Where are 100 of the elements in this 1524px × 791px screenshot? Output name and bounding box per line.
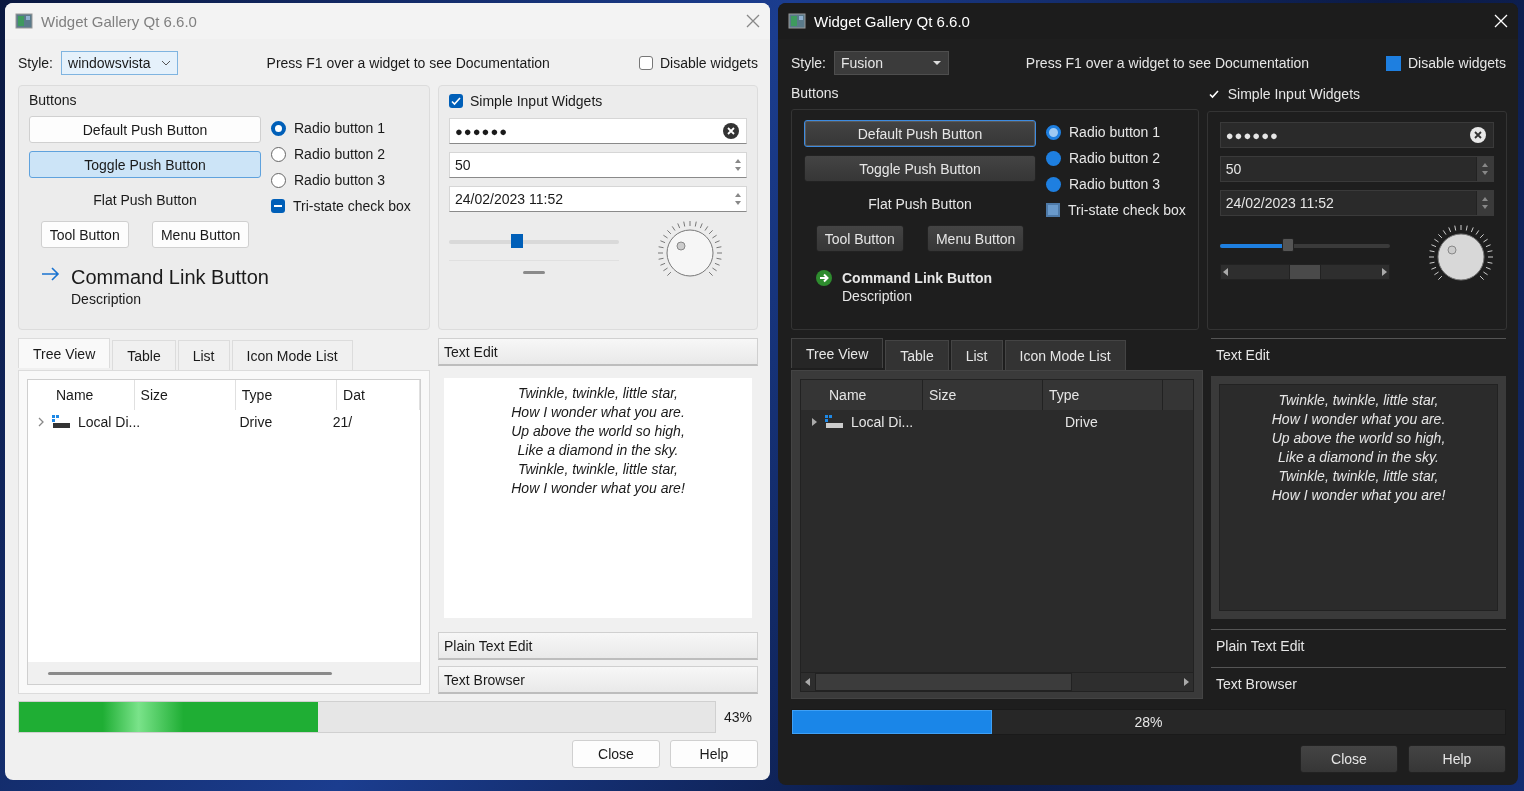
checkbox-label: Disable widgets (1407, 55, 1506, 71)
tool-button[interactable]: Tool Button (815, 225, 904, 252)
tab[interactable]: List (950, 340, 1003, 370)
scroll-bar[interactable] (1219, 264, 1390, 280)
poem-line: Up above the world so high, (1271, 429, 1446, 448)
dialog-button[interactable]: Close (1300, 745, 1398, 773)
checkbox-label: Disable widgets (659, 55, 758, 71)
caret-icon (160, 59, 171, 67)
menu-button[interactable]: Menu Button (926, 225, 1025, 252)
tab[interactable]: List (177, 340, 230, 370)
help-hint: Press F1 over a widget to see Documentation (265, 55, 551, 71)
command-link-description: Description (71, 291, 143, 307)
group-checkbox[interactable] (449, 94, 463, 108)
tab[interactable]: Tree View (791, 338, 884, 368)
column-header[interactable]: Dat (337, 380, 420, 410)
radio-button[interactable] (271, 120, 286, 136)
slider-handle[interactable] (511, 234, 523, 248)
toolbox-tab[interactable]: Text Edit (1211, 338, 1506, 370)
tristate-checkbox[interactable] (1046, 203, 1060, 217)
scroll-bar[interactable] (28, 662, 420, 684)
default-push-button[interactable]: Default Push Button (29, 116, 261, 143)
menu-button[interactable]: Menu Button (151, 221, 250, 248)
default-push-button[interactable]: Default Push Button (804, 120, 1036, 147)
toolbox-tab[interactable]: Plain Text Edit (1211, 629, 1506, 661)
group-title: Simple Input Widgets (470, 93, 603, 109)
toggle-push-button[interactable]: Toggle Push Button (804, 155, 1036, 182)
toggle-push-button[interactable]: Toggle Push Button (29, 151, 261, 178)
tristate-checkbox[interactable] (271, 199, 285, 213)
dialog-button[interactable]: Help (670, 740, 758, 768)
tab[interactable]: Icon Mode List (231, 340, 353, 370)
toolbox-tab[interactable]: Text Browser (438, 666, 758, 694)
spin-arrows-icon[interactable] (1475, 191, 1493, 215)
column-header[interactable]: Type (235, 380, 338, 410)
column-header[interactable]: Name (801, 380, 923, 410)
tree-cell: Local Di... (78, 414, 141, 430)
checkbox-label: Tri-state check box (293, 198, 411, 214)
tree-cell: Drive (239, 414, 273, 430)
window-title: Widget Gallery Qt 6.6.0 (814, 12, 971, 30)
command-link-button[interactable]: Command Link Button (842, 270, 993, 286)
radio-label: Radio button 3 (294, 172, 386, 188)
flat-push-button[interactable]: Flat Push Button (804, 190, 1036, 217)
clear-icon[interactable] (1468, 126, 1487, 144)
tab[interactable]: Table (885, 340, 949, 370)
style-dropdown[interactable]: windowsvista (61, 51, 178, 75)
radio-button[interactable] (1046, 150, 1061, 166)
poem-line: Twinkle, twinkle, little star, (1278, 467, 1439, 486)
command-link-button[interactable]: Command Link Button (71, 266, 269, 289)
help-hint: Press F1 over a widget to see Documentation (1024, 55, 1311, 71)
drive-icon (825, 415, 843, 429)
password-field[interactable]: ●●●●●● (449, 118, 747, 144)
poem-line: How I wonder what you are. (1271, 410, 1446, 429)
group-title: Buttons (791, 85, 840, 101)
poem-line: How I wonder what you are! (1271, 486, 1446, 505)
tree-cell: 21/ (332, 414, 353, 430)
style-dropdown[interactable]: Fusion (834, 51, 949, 75)
tab[interactable]: Icon Mode List (1004, 340, 1126, 370)
tab[interactable]: Tree View (18, 338, 111, 368)
style-label: Style: (18, 55, 53, 71)
text-edit[interactable]: Twinkle, twinkle, little star, How I wonder what you are. Up above the world so high, Like a diamond in the sky. Twinkle, twinkle, little star, How I wonder what you are! (444, 378, 752, 618)
toolbox-tab[interactable]: Plain Text Edit (438, 632, 758, 660)
progress-label: 43% (724, 709, 754, 725)
poem-line: Up above the world so high, (511, 422, 685, 441)
arrow-icon (816, 270, 832, 286)
radio-label: Radio button 2 (294, 146, 386, 162)
poem-line: Like a diamond in the sky. (1278, 448, 1439, 467)
drive-icon (52, 415, 70, 429)
date-time-field[interactable]: 24/02/2023 11:52 (449, 186, 747, 212)
scroll-bar[interactable] (801, 672, 1193, 691)
radio-button[interactable] (271, 146, 286, 162)
disable-widgets-checkbox[interactable] (1385, 55, 1401, 71)
tree-cell: Drive (1065, 414, 1098, 430)
column-header[interactable]: Size (134, 380, 236, 410)
dialog-button[interactable]: Close (572, 740, 660, 768)
poem-line: Like a diamond in the sky. (517, 441, 679, 460)
toolbox-tab[interactable]: Text Browser (1211, 667, 1506, 699)
spin-box[interactable]: 50 (1219, 156, 1494, 182)
spin-arrows-icon[interactable] (1475, 157, 1493, 181)
clear-icon[interactable] (722, 122, 740, 140)
disable-widgets-checkbox[interactable] (638, 56, 653, 70)
poem-line: Twinkle, twinkle, little star, (518, 460, 678, 479)
spin-box[interactable]: 50 (449, 152, 747, 178)
poem-line: How I wonder what you are! (511, 479, 685, 498)
expand-arrow-icon[interactable] (809, 417, 819, 427)
window-title: Widget Gallery Qt 6.6.0 (41, 12, 198, 30)
radio-label: Radio button 3 (1069, 176, 1161, 192)
flat-push-button[interactable]: Flat Push Button (29, 186, 261, 213)
password-field[interactable]: ●●●●●● (1219, 122, 1494, 148)
toolbox-tab[interactable]: Text Edit (438, 338, 758, 366)
column-header[interactable]: Type (1043, 380, 1163, 410)
date-time-field[interactable]: 24/02/2023 11:52 (1219, 190, 1494, 216)
tab[interactable]: Table (112, 340, 176, 370)
column-header[interactable]: Name (28, 380, 135, 410)
caret-icon (932, 59, 942, 67)
radio-button[interactable] (271, 172, 286, 188)
radio-button[interactable] (1046, 176, 1061, 192)
slider-handle[interactable] (1281, 238, 1294, 252)
tool-button[interactable]: Tool Button (40, 221, 129, 248)
radio-button[interactable] (1046, 124, 1061, 140)
dialog-button[interactable]: Help (1408, 745, 1506, 773)
column-header[interactable]: Size (923, 380, 1043, 410)
